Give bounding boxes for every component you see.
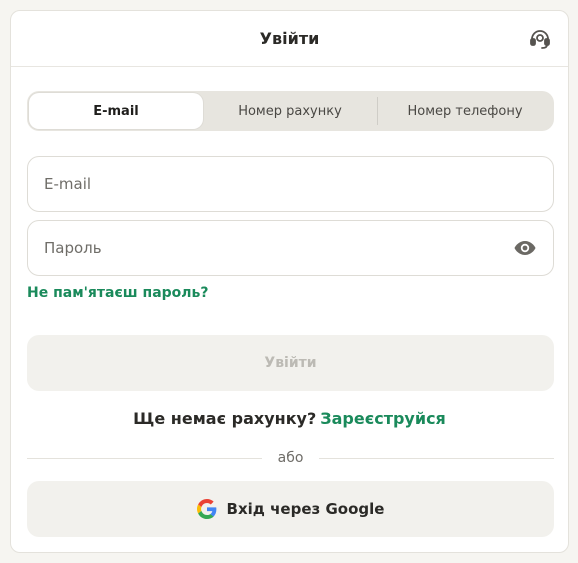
google-login-button[interactable]: Вхід через Google <box>27 481 554 537</box>
password-field[interactable] <box>27 220 554 276</box>
login-button[interactable]: Увійти <box>27 335 554 391</box>
tab-email[interactable]: E-mail <box>29 93 203 129</box>
signup-prompt: Ще немає рахунку? Зареєструйся <box>11 409 568 428</box>
header: Увійти <box>11 11 568 67</box>
or-divider: або <box>27 448 554 468</box>
login-card: Увійти E-mail Номер рахунку Номер телефо… <box>10 10 569 553</box>
divider-text: або <box>277 450 304 466</box>
forgot-password-link[interactable]: Не пам'ятаєш пароль? <box>27 285 209 301</box>
google-login-label: Вхід через Google <box>226 500 385 518</box>
divider-line-right <box>319 457 554 459</box>
page-title: Увійти <box>259 29 320 48</box>
email-input[interactable] <box>44 175 537 193</box>
email-field[interactable] <box>27 156 554 212</box>
google-icon <box>196 499 216 519</box>
login-method-tabs: E-mail Номер рахунку Номер телефону <box>27 91 554 131</box>
headset-icon[interactable] <box>528 27 552 51</box>
tab-account-number[interactable]: Номер рахунку <box>203 93 377 129</box>
password-input[interactable] <box>44 239 513 257</box>
divider-line-left <box>27 457 262 459</box>
signup-link[interactable]: Зареєструйся <box>320 409 446 428</box>
tab-phone-number[interactable]: Номер телефону <box>378 93 552 129</box>
eye-icon[interactable] <box>513 236 537 260</box>
signup-text: Ще немає рахунку? <box>133 409 317 428</box>
